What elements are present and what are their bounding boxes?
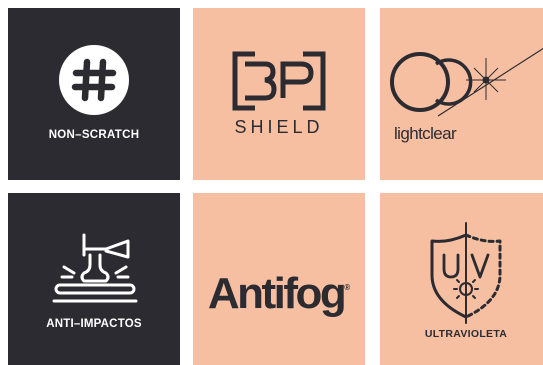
tile-antifog: Antifog® — [193, 193, 365, 365]
tile-ultravioleta: ULTRAVIOLETA — [380, 193, 543, 365]
hash-circle-icon — [59, 45, 129, 115]
tile-anti-impactos: ANTI–IMPACTOS — [8, 193, 180, 365]
hammer-impact-icon — [52, 233, 138, 303]
tile-label: ANTI–IMPACTOS — [46, 318, 142, 330]
tile-label: SHIELD — [234, 117, 324, 137]
tile-label: lightclear — [394, 124, 457, 143]
tile-label: NON–SCRATCH — [48, 129, 140, 141]
tile-label: Antifog — [207, 269, 347, 318]
tile-label: ULTRAVIOLETA — [424, 328, 508, 340]
tile-shield: SHIELD — [193, 8, 365, 180]
bp-shield-logo-icon — [232, 51, 326, 111]
tile-lightclear: lightclear — [380, 8, 543, 180]
antifog-wordmark: Antifog® — [193, 269, 365, 319]
uv-shield-icon — [430, 222, 502, 324]
registered-mark: ® — [344, 283, 351, 292]
lens-flare-icon — [390, 47, 543, 117]
tile-non-scratch: NON–SCRATCH — [8, 8, 180, 180]
